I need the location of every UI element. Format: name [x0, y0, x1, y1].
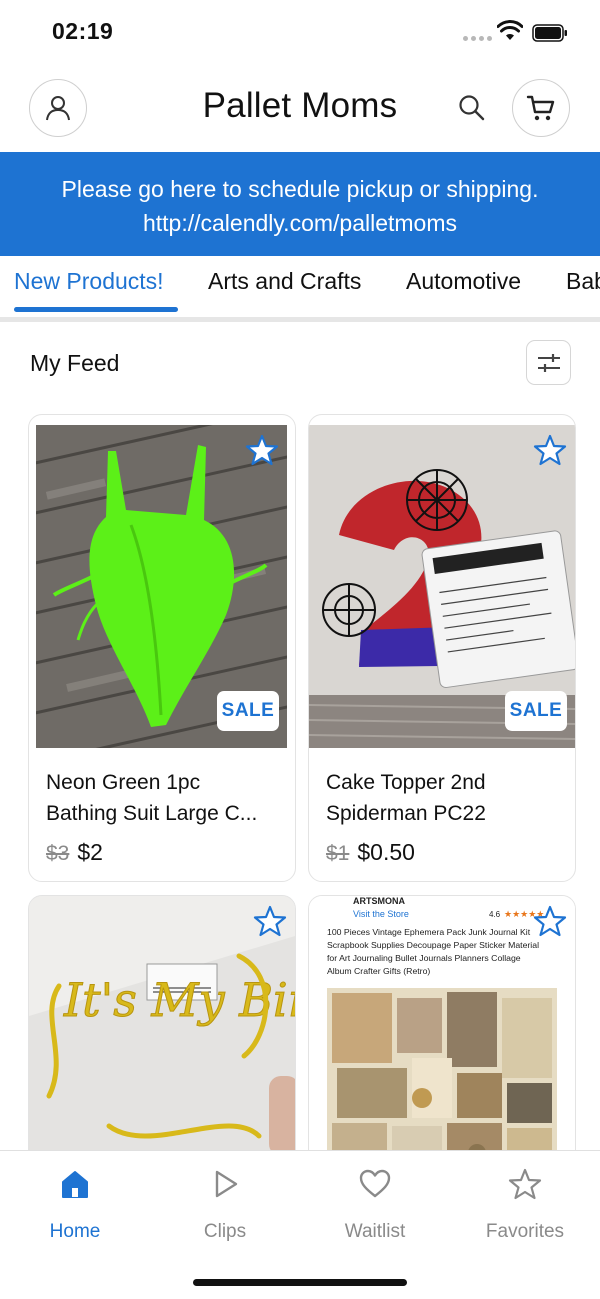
product-rating: 4.6 [489, 910, 501, 919]
sale-badge: SALE [217, 691, 279, 731]
filter-button[interactable] [526, 340, 571, 385]
original-price: $3 [46, 842, 70, 865]
product-card[interactable]: SALE Cake Topper 2nd Spiderman PC22 $1 $… [308, 414, 576, 882]
tab-arts-and-crafts[interactable]: Arts and Crafts [208, 268, 361, 295]
product-title[interactable]: Cake Topper 2nd Spiderman PC22 [326, 767, 562, 829]
home-indicator [193, 1279, 407, 1286]
tabs-divider [0, 317, 600, 322]
cart-icon [526, 95, 555, 121]
banner-link[interactable]: http://calendly.com/palletmoms [0, 206, 600, 240]
battery-icon [532, 24, 567, 42]
feed-title: My Feed [30, 350, 120, 376]
status-bar: 02:19 [0, 0, 600, 66]
nav-clips[interactable]: Clips [165, 1167, 285, 1243]
nav-waitlist-label: Waitlist [344, 1221, 406, 1242]
category-tabs: New Products! Arts and Crafts Automotive… [0, 256, 600, 318]
bottom-navigation: Home Clips Waitlist Favorites [0, 1150, 600, 1299]
nav-clips-label: Clips [203, 1221, 247, 1242]
tab-baby[interactable]: Bab [566, 268, 600, 295]
star-icon [508, 1168, 542, 1200]
product-image[interactable]: SALE [36, 425, 287, 748]
product-price: $3 $2 [46, 839, 103, 866]
app-title: Pallet Moms [202, 86, 398, 125]
nav-favorites[interactable]: Favorites [465, 1167, 585, 1243]
favorite-star-icon[interactable] [533, 433, 567, 467]
banner-text: Please go here to schedule pickup or shi… [61, 176, 539, 202]
favorite-star-icon[interactable] [253, 904, 287, 938]
product-price: $1 $0.50 [326, 839, 415, 866]
product-title[interactable]: Neon Green 1pc Bathing Suit Large C... [46, 767, 282, 829]
product-description: 100 Pieces Vintage Ephemera Pack Junk Jo… [327, 927, 539, 976]
product-brand: ARTSMONA [353, 896, 405, 906]
product-image[interactable]: SALE [309, 425, 575, 748]
product-card[interactable]: SALE Neon Green 1pc Bathing Suit Large C… [28, 414, 296, 882]
wifi-icon [497, 20, 523, 40]
product-store-link: Visit the Store [353, 909, 409, 919]
original-price: $1 [326, 842, 350, 865]
sale-badge: SALE [505, 691, 567, 731]
active-tab-indicator [14, 307, 178, 312]
sale-price: $2 [77, 839, 103, 865]
tab-new-products[interactable]: New Products! [14, 268, 164, 295]
nav-favorites-label: Favorites [485, 1221, 565, 1242]
signal-icon [463, 36, 492, 41]
app-header: Pallet Moms [0, 66, 600, 152]
sale-price: $0.50 [357, 839, 415, 865]
nav-waitlist[interactable]: Waitlist [315, 1167, 435, 1243]
status-time: 02:19 [52, 18, 114, 44]
heart-icon [359, 1169, 391, 1198]
tab-automotive[interactable]: Automotive [406, 268, 521, 295]
search-button[interactable] [455, 91, 489, 125]
play-icon [215, 1170, 238, 1198]
favorite-star-icon[interactable] [533, 904, 567, 938]
nav-home-label: Home [49, 1221, 101, 1242]
nav-home[interactable]: Home [15, 1167, 135, 1243]
favorite-star-icon[interactable] [245, 433, 279, 467]
home-icon [62, 1171, 88, 1198]
announcement-banner[interactable]: Please go here to schedule pickup or shi… [0, 152, 600, 256]
search-icon [459, 95, 485, 121]
sliders-icon [537, 353, 560, 372]
cart-button[interactable] [512, 79, 570, 137]
